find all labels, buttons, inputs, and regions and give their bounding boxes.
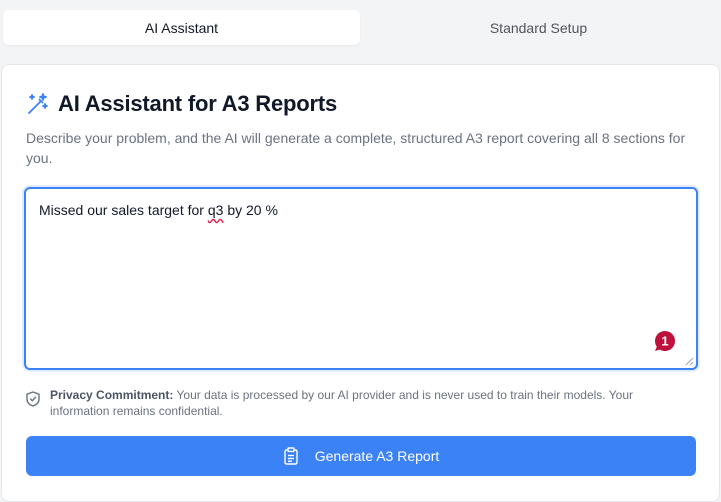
page-title: AI Assistant for A3 Reports bbox=[58, 91, 338, 116]
mode-tabs: AI Assistant Standard Setup bbox=[0, 8, 721, 48]
tab-ai-assistant[interactable]: AI Assistant bbox=[3, 10, 360, 45]
problem-description-text[interactable]: Missed our sales target for q3 by 20 % bbox=[39, 202, 278, 218]
tab-standard-setup[interactable]: Standard Setup bbox=[360, 10, 717, 45]
generate-a3-report-button[interactable]: Generate A3 Report bbox=[26, 436, 696, 476]
clipboard-icon bbox=[284, 447, 298, 465]
notification-badge[interactable]: 1 bbox=[652, 328, 678, 354]
misspelled-word: q3 bbox=[207, 202, 224, 218]
privacy-text: Privacy Commitment: Your data is process… bbox=[50, 388, 633, 418]
generate-button-label: Generate A3 Report bbox=[314, 448, 440, 464]
svg-text:1: 1 bbox=[661, 334, 668, 349]
privacy-commitment: Privacy Commitment: Your data is process… bbox=[26, 387, 676, 419]
resize-grip-icon[interactable] bbox=[684, 356, 694, 366]
magic-wand-icon bbox=[28, 93, 48, 114]
shield-check-icon bbox=[26, 391, 40, 407]
ai-assistant-panel: AI Assistant for A3 Reports Describe you… bbox=[1, 64, 720, 502]
privacy-label: Privacy Commitment: bbox=[50, 388, 174, 402]
problem-description-input[interactable]: Missed our sales target for q3 by 20 % 1 bbox=[24, 187, 698, 370]
panel-description: Describe your problem, and the AI will g… bbox=[26, 130, 686, 166]
panel-header: AI Assistant for A3 Reports bbox=[26, 91, 337, 117]
